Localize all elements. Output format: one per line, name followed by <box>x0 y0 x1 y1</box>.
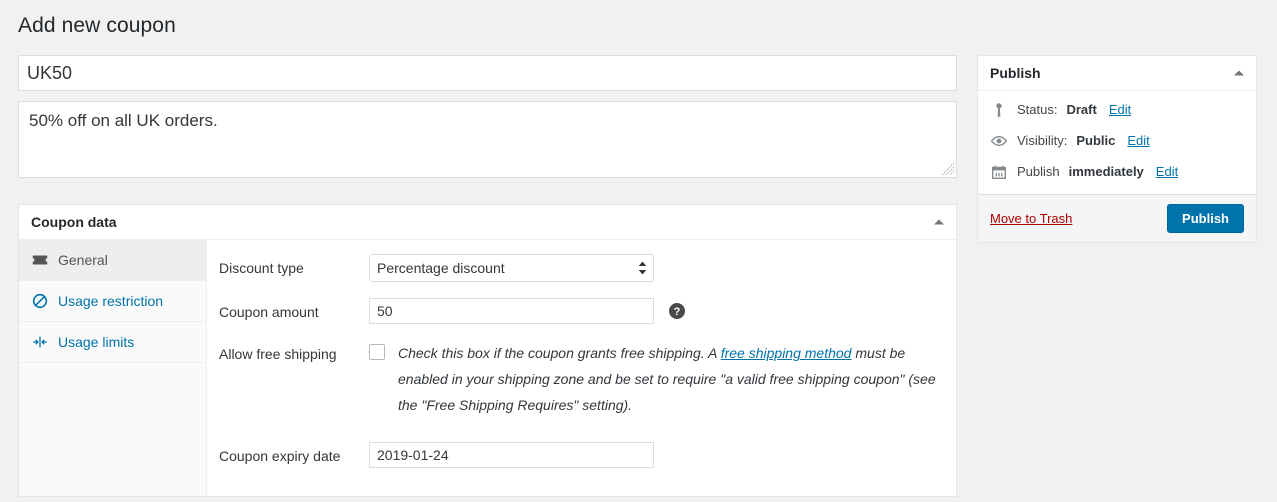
allow-free-shipping-checkbox[interactable] <box>369 344 385 360</box>
help-icon[interactable]: ? <box>669 303 685 319</box>
discount-type-label: Discount type <box>219 260 304 276</box>
eye-icon <box>990 136 1008 146</box>
publish-visibility-row: Visibility: Public Edit <box>990 131 1244 151</box>
publish-status-edit-link[interactable]: Edit <box>1109 100 1131 120</box>
publish-schedule-label: Publish <box>1017 164 1060 179</box>
publish-visibility-label: Visibility: <box>1017 133 1068 148</box>
triangle-up-icon[interactable] <box>934 219 944 225</box>
free-shipping-method-link[interactable]: free shipping method <box>721 345 852 361</box>
coupon-data-tablist: General Usage restriction Usage limits <box>19 240 207 496</box>
side-column: Publish Status: Draft Edit Visibility: P… <box>977 55 1257 243</box>
tab-usage-restriction-label: Usage restriction <box>58 293 164 309</box>
field-coupon-amount: Coupon amount ? <box>219 298 956 324</box>
field-coupon-expiry-date: Coupon expiry date <box>219 442 956 468</box>
publish-visibility-value: Public <box>1076 133 1116 148</box>
coupon-description-input[interactable]: 50% off on all UK orders. <box>18 101 957 178</box>
allow-free-shipping-label: Allow free shipping <box>219 346 337 362</box>
coupon-data-body: General Usage restriction Usage limits D… <box>19 240 956 496</box>
coupon-data-header: Coupon data <box>19 205 956 240</box>
coupon-amount-label: Coupon amount <box>219 304 319 320</box>
no-entry-icon <box>32 293 48 309</box>
calendar-icon <box>992 165 1006 179</box>
move-to-trash-link[interactable]: Move to Trash <box>990 211 1072 226</box>
svg-text:?: ? <box>674 306 681 318</box>
coupon-expiry-date-label: Coupon expiry date <box>219 448 341 464</box>
main-column: 50% off on all UK orders. Coupon data <box>18 55 957 497</box>
publish-status-label: Status: <box>1017 102 1058 117</box>
coupon-data-title: Coupon data <box>31 214 117 230</box>
publish-visibility-edit-link[interactable]: Edit <box>1127 131 1149 151</box>
publish-metabox: Publish Status: Draft Edit Visibility: P… <box>977 55 1257 243</box>
publish-button[interactable]: Publish <box>1167 204 1244 233</box>
general-panel: Discount type Percentage discount Coupon… <box>207 240 956 496</box>
publish-schedule-value: immediately <box>1068 164 1144 179</box>
publish-status-row: Status: Draft Edit <box>990 100 1244 120</box>
publish-header: Publish <box>978 56 1256 91</box>
coupon-code-input[interactable] <box>18 55 957 91</box>
page-title: Add new coupon <box>18 14 176 37</box>
publish-schedule-row: Publish immediately Edit <box>990 162 1244 182</box>
field-discount-type: Discount type Percentage discount <box>219 254 956 282</box>
publish-body: Status: Draft Edit Visibility: Public Ed… <box>978 91 1256 194</box>
field-allow-free-shipping: Allow free shipping Check this box if th… <box>219 340 956 418</box>
publish-status-value: Draft <box>1066 102 1097 117</box>
triangle-up-icon[interactable] <box>1234 70 1244 76</box>
allow-free-shipping-description: Check this box if the coupon grants free… <box>398 340 956 418</box>
publish-title: Publish <box>990 65 1041 81</box>
coupon-description-wrapper: 50% off on all UK orders. <box>18 101 957 178</box>
coupon-amount-input[interactable] <box>369 298 654 324</box>
tab-general-label: General <box>58 252 108 268</box>
discount-type-select[interactable]: Percentage discount <box>369 254 654 282</box>
coupon-edit-screen: Add new coupon 50% off on all UK orders.… <box>0 0 1277 502</box>
pin-icon <box>996 103 1002 117</box>
tab-usage-restriction[interactable]: Usage restriction <box>19 281 206 322</box>
tab-usage-limits[interactable]: Usage limits <box>19 322 206 363</box>
ticket-icon <box>32 255 48 265</box>
tab-general[interactable]: General <box>19 240 206 281</box>
coupon-expiry-date-input[interactable] <box>369 442 654 468</box>
coupon-data-metabox: Coupon data General Usage restriction Us… <box>18 204 957 497</box>
usage-limits-icon <box>33 336 47 348</box>
tab-usage-limits-label: Usage limits <box>58 334 135 350</box>
free-shipping-desc-part1: Check this box if the coupon grants free… <box>398 345 721 361</box>
publish-schedule-edit-link[interactable]: Edit <box>1156 162 1178 182</box>
publish-footer: Move to Trash Publish <box>978 194 1256 242</box>
